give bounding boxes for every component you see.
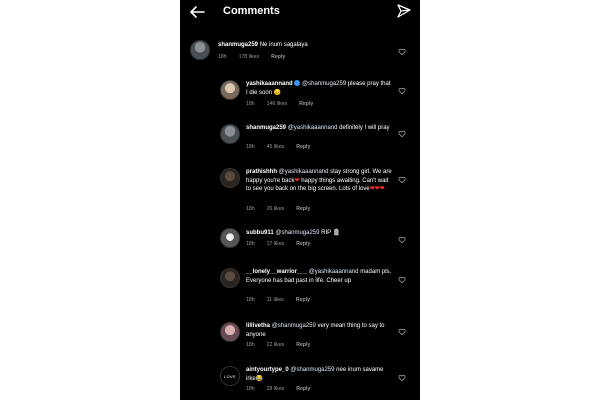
reply-button[interactable]: Reply xyxy=(296,206,310,212)
comment-time: 18h xyxy=(246,206,255,212)
comment-username[interactable]: shanmuga259 xyxy=(218,42,258,48)
comment-meta: 18h 45 likes Reply xyxy=(246,144,310,150)
comment-mention[interactable]: @yashikaaannand xyxy=(279,169,329,175)
comment-item: subbu911 @shanmuga259 RIP 🪦 18h 17 likes… xyxy=(180,226,420,252)
comment-content: definitely I will pray xyxy=(339,125,390,131)
comment-text: shanmuga259 Ne inum sagalaya xyxy=(218,41,388,50)
comment-time: 18h xyxy=(218,54,227,60)
comment-mention[interactable]: @shanmuga259 xyxy=(275,230,319,236)
comment-likes[interactable]: 146 likes xyxy=(267,101,287,107)
comment-time: 18h xyxy=(246,297,255,303)
avatar[interactable] xyxy=(190,40,210,60)
comment-text: yashikaaannand @shanmuga259 please pray … xyxy=(246,80,392,97)
reply-button[interactable]: Reply xyxy=(271,54,285,60)
comment-text: prathishhh @yashikaaannand stay strong g… xyxy=(246,168,392,194)
avatar-logo-text: LOVE xyxy=(224,373,236,379)
comment-username[interactable]: subbu911 xyxy=(246,230,274,236)
comment-username[interactable]: prathishhh xyxy=(246,169,277,175)
comment-emoji: 😔 xyxy=(273,89,282,96)
comment-emoji: ❤ xyxy=(294,177,300,184)
page-title: Comments xyxy=(223,5,280,17)
comment-meta: 18h 146 likes Reply xyxy=(246,101,313,107)
comment-time: 18h xyxy=(246,342,255,348)
heart-icon[interactable] xyxy=(398,236,406,244)
comment-mention[interactable]: @shanmuga259 xyxy=(272,323,316,329)
comment-item: lillivetha @shanmuga259 very mean thing … xyxy=(180,320,420,354)
reply-button[interactable]: Reply xyxy=(296,342,310,348)
comment-username[interactable]: aintyourtype_0 xyxy=(246,367,289,373)
avatar[interactable] xyxy=(220,268,240,288)
heart-icon[interactable] xyxy=(398,328,406,336)
comment-text: subbu911 @shanmuga259 RIP 🪦 xyxy=(246,229,392,238)
avatar[interactable]: LOVE xyxy=(220,366,240,386)
reply-button[interactable]: Reply xyxy=(296,386,310,392)
comment-likes[interactable]: 28 likes xyxy=(267,386,285,392)
reply-button[interactable]: Reply xyxy=(296,241,310,247)
comment-likes[interactable]: 11 likes xyxy=(267,297,284,303)
comment-time: 18h xyxy=(246,101,255,107)
avatar[interactable] xyxy=(220,124,240,144)
back-arrow-icon[interactable] xyxy=(188,3,206,21)
comment-time: 18h xyxy=(246,241,255,247)
reply-button[interactable]: Reply xyxy=(299,101,313,107)
send-icon[interactable] xyxy=(396,3,412,19)
comment-time: 18h xyxy=(246,386,255,392)
comment-username[interactable]: lillivetha xyxy=(246,323,270,329)
avatar[interactable] xyxy=(220,80,240,100)
comment-likes[interactable]: 26 likes xyxy=(267,206,285,212)
heart-icon[interactable] xyxy=(398,87,406,95)
comment-likes[interactable]: 17 likes xyxy=(267,241,285,247)
comment-mention[interactable]: @shanmuga259 xyxy=(290,367,334,373)
comment-meta: 18h 11 likes Reply xyxy=(246,297,310,303)
avatar[interactable] xyxy=(220,168,240,188)
heart-icon[interactable] xyxy=(398,130,406,138)
reply-button[interactable]: Reply xyxy=(296,144,310,150)
verified-badge-icon xyxy=(294,80,301,86)
comments-screen: Comments shanmuga259 Ne inum sagalaya 18… xyxy=(180,0,420,400)
comment-emoji: 🪦 xyxy=(332,230,341,236)
comment-mention[interactable]: @shanmuga259 xyxy=(302,81,346,87)
comment-item: __lonely__warrior___ @yashikaaannand mad… xyxy=(180,266,420,310)
comment-mention[interactable]: @yashikaaannand xyxy=(288,125,338,131)
comment-meta: 18h 178 likes Reply xyxy=(218,54,285,60)
header-bar: Comments xyxy=(180,0,420,24)
comment-time: 18h xyxy=(246,144,255,150)
comment-text: aintyourtype_0 @shanmuga259 nee inum sav… xyxy=(246,366,392,383)
comment-meta: 18h 28 likes Reply xyxy=(246,386,310,392)
comment-username[interactable]: __lonely__warrior___ xyxy=(246,269,307,275)
comment-content: Ne inum sagalaya xyxy=(259,42,308,48)
comment-item: LOVE aintyourtype_0 @shanmuga259 nee inu… xyxy=(180,364,420,398)
avatar[interactable] xyxy=(220,228,240,248)
comment-likes[interactable]: 45 likes xyxy=(267,144,285,150)
comment-item: prathishhh @yashikaaannand stay strong g… xyxy=(180,166,420,218)
heart-icon[interactable] xyxy=(398,48,406,56)
heart-icon[interactable] xyxy=(398,276,406,284)
comment-emoji: ❤❤❤ xyxy=(369,186,385,192)
reply-button[interactable]: Reply xyxy=(296,297,310,303)
comment-mention[interactable]: @yashikaaannand xyxy=(309,269,359,275)
comment-emoji: 😂 xyxy=(255,375,264,382)
comment-content: RIP xyxy=(321,230,332,236)
heart-icon[interactable] xyxy=(398,374,406,382)
comment-likes[interactable]: 22 likes xyxy=(267,342,285,348)
comment-username[interactable]: yashikaaannand xyxy=(246,81,293,87)
comment-item: yashikaaannand @shanmuga259 please pray … xyxy=(180,78,420,112)
avatar[interactable] xyxy=(220,322,240,342)
comment-meta: 18h 26 likes Reply xyxy=(246,206,310,212)
comment-item: shanmuga259 Ne inum sagalaya 18h 178 lik… xyxy=(180,38,420,66)
comment-text: shanmuga259 @yashikaaannand definitely I… xyxy=(246,124,392,133)
comment-meta: 18h 17 likes Reply xyxy=(246,241,310,247)
comment-text: lillivetha @shanmuga259 very mean thing … xyxy=(246,322,392,339)
comment-username[interactable]: shanmuga259 xyxy=(246,125,286,131)
comment-meta: 18h 22 likes Reply xyxy=(246,342,310,348)
comment-likes[interactable]: 178 likes xyxy=(239,54,259,60)
comment-text: __lonely__warrior___ @yashikaaannand mad… xyxy=(246,268,392,285)
comment-item: shanmuga259 @yashikaaannand definitely I… xyxy=(180,122,420,156)
heart-icon[interactable] xyxy=(398,176,406,184)
